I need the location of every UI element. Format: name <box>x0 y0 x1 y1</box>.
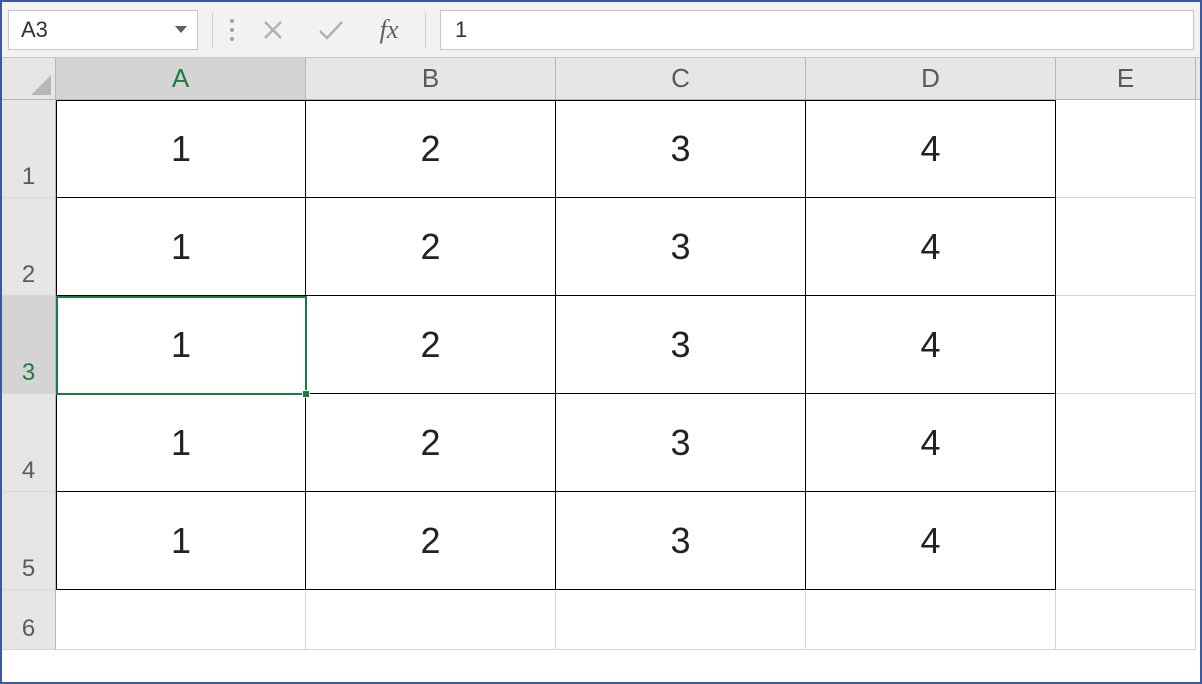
cell-D6[interactable] <box>806 590 1056 650</box>
chevron-down-icon <box>175 26 187 33</box>
formula-input-value: 1 <box>455 17 467 43</box>
separator <box>425 12 426 48</box>
cell-E5[interactable] <box>1056 492 1196 590</box>
cell-E6[interactable] <box>1056 590 1196 650</box>
row-header-6[interactable]: 6 <box>2 590 56 650</box>
cell-D1[interactable]: 4 <box>806 100 1056 198</box>
cell-B5[interactable]: 2 <box>306 492 556 590</box>
column-header-C[interactable]: C <box>556 58 806 99</box>
row-header-5[interactable]: 5 <box>2 492 56 590</box>
cell-A3[interactable]: 1 <box>56 296 306 394</box>
cancel-button[interactable] <box>251 10 295 50</box>
column-header-D[interactable]: D <box>806 58 1056 99</box>
enter-button[interactable] <box>309 10 353 50</box>
name-box-value: A3 <box>21 17 48 43</box>
cell-A4[interactable]: 1 <box>56 394 306 492</box>
cell-C6[interactable] <box>556 590 806 650</box>
cell-B6[interactable] <box>306 590 556 650</box>
cell-A2[interactable]: 1 <box>56 198 306 296</box>
cell-B2[interactable]: 2 <box>306 198 556 296</box>
separator <box>212 12 213 48</box>
spreadsheet-grid: ABCDE 123456 12341234123412341234 <box>2 58 1200 682</box>
row-header-3[interactable]: 3 <box>2 296 56 394</box>
cell-A1[interactable]: 1 <box>56 100 306 198</box>
cell-B3[interactable]: 2 <box>306 296 556 394</box>
fx-icon[interactable]: fx <box>367 15 411 45</box>
cell-E4[interactable] <box>1056 394 1196 492</box>
cell-D3[interactable]: 4 <box>806 296 1056 394</box>
select-all-corner[interactable] <box>2 58 56 99</box>
cell-C5[interactable]: 3 <box>556 492 806 590</box>
cell-C1[interactable]: 3 <box>556 100 806 198</box>
cell-E1[interactable] <box>1056 100 1196 198</box>
cell-B4[interactable]: 2 <box>306 394 556 492</box>
cell-E3[interactable] <box>1056 296 1196 394</box>
row-header-1[interactable]: 1 <box>2 100 56 198</box>
cell-D5[interactable]: 4 <box>806 492 1056 590</box>
cell-C4[interactable]: 3 <box>556 394 806 492</box>
cell-C3[interactable]: 3 <box>556 296 806 394</box>
column-header-E[interactable]: E <box>1056 58 1196 99</box>
row-header-2[interactable]: 2 <box>2 198 56 296</box>
cell-E2[interactable] <box>1056 198 1196 296</box>
cell-D4[interactable]: 4 <box>806 394 1056 492</box>
cell-D2[interactable]: 4 <box>806 198 1056 296</box>
formula-bar: A3 fx 1 <box>2 2 1200 58</box>
cell-A6[interactable] <box>56 590 306 650</box>
row-header-4[interactable]: 4 <box>2 394 56 492</box>
cell-C2[interactable]: 3 <box>556 198 806 296</box>
column-header-A[interactable]: A <box>56 58 306 99</box>
drag-handle-icon[interactable] <box>227 12 237 48</box>
cell-A5[interactable]: 1 <box>56 492 306 590</box>
name-box[interactable]: A3 <box>8 10 198 50</box>
cell-B1[interactable]: 2 <box>306 100 556 198</box>
formula-input[interactable]: 1 <box>440 10 1194 50</box>
column-header-B[interactable]: B <box>306 58 556 99</box>
